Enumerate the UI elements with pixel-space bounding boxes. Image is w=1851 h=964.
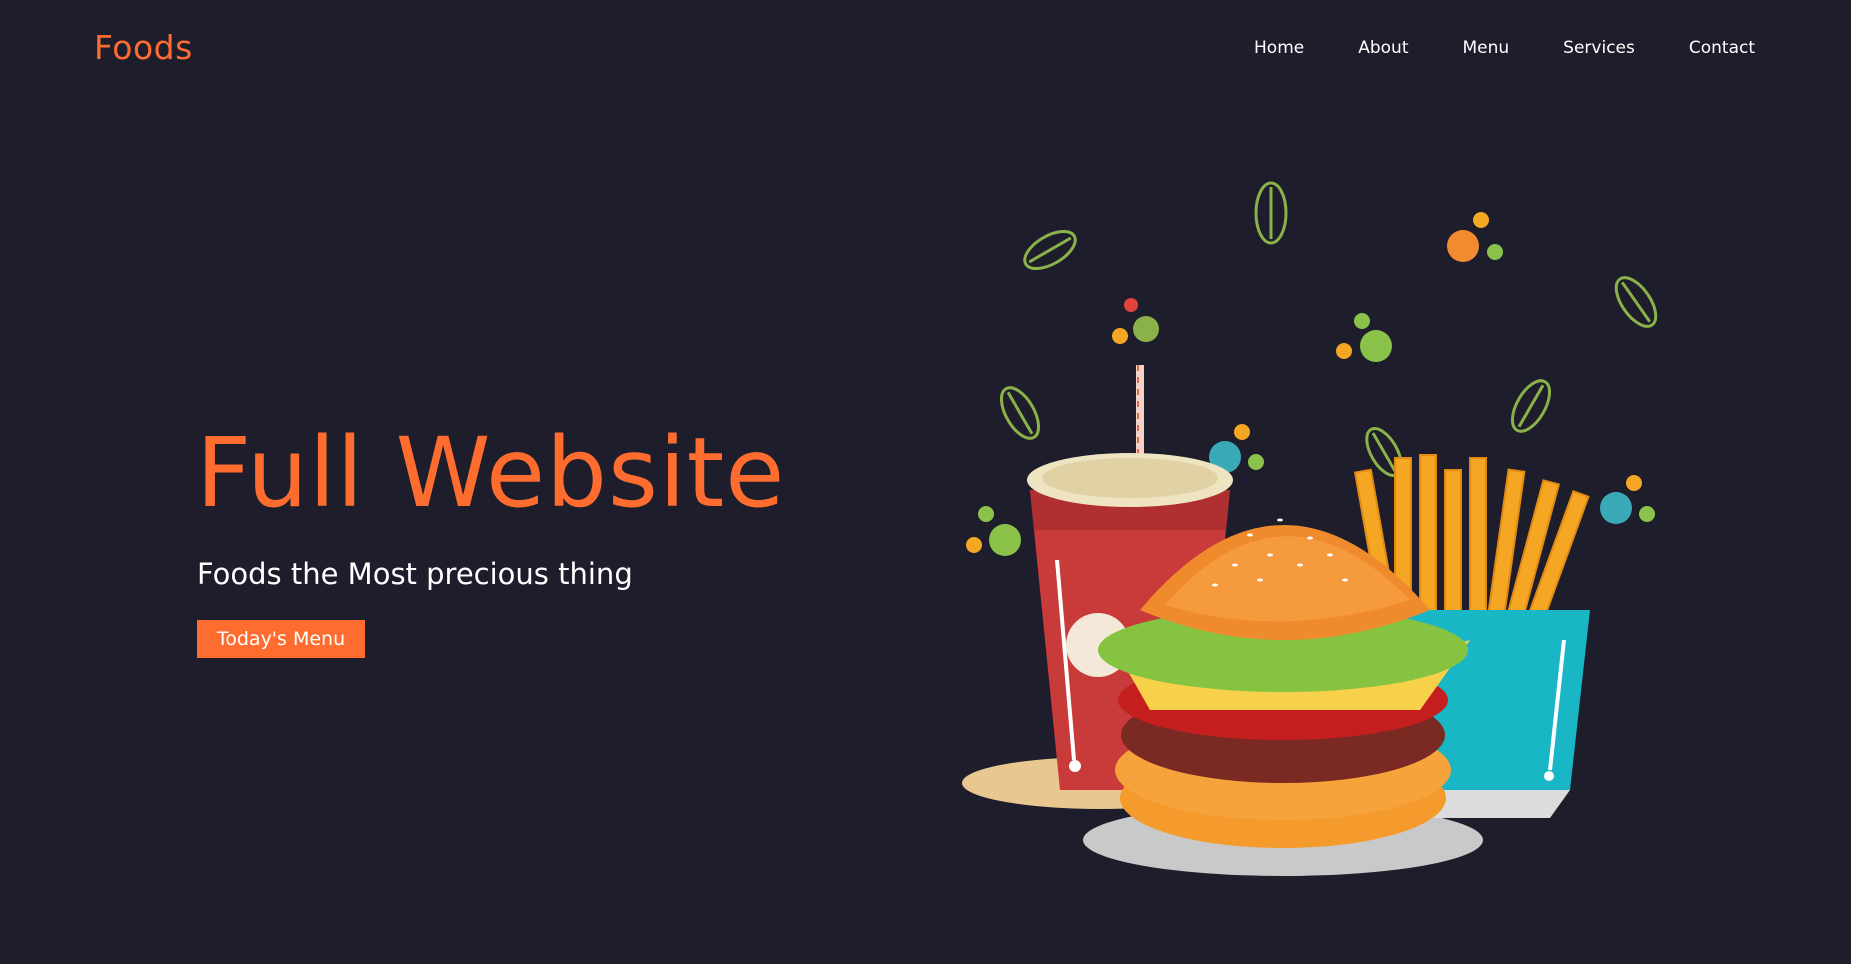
hero-title: Full Website	[196, 417, 786, 529]
nav-contact[interactable]: Contact	[1689, 38, 1755, 58]
nav-services[interactable]: Services	[1563, 38, 1635, 58]
nav-home[interactable]: Home	[1254, 38, 1304, 58]
hero-subtitle: Foods the Most precious thing	[197, 557, 633, 591]
food-illustration	[962, 181, 1658, 876]
brand-logo[interactable]: Foods	[94, 28, 193, 67]
nav-about[interactable]: About	[1358, 38, 1408, 58]
nav-menu[interactable]: Menu	[1462, 38, 1509, 58]
main-nav: Home About Menu Services Contact	[1254, 38, 1755, 58]
todays-menu-button[interactable]: Today's Menu	[197, 620, 365, 658]
